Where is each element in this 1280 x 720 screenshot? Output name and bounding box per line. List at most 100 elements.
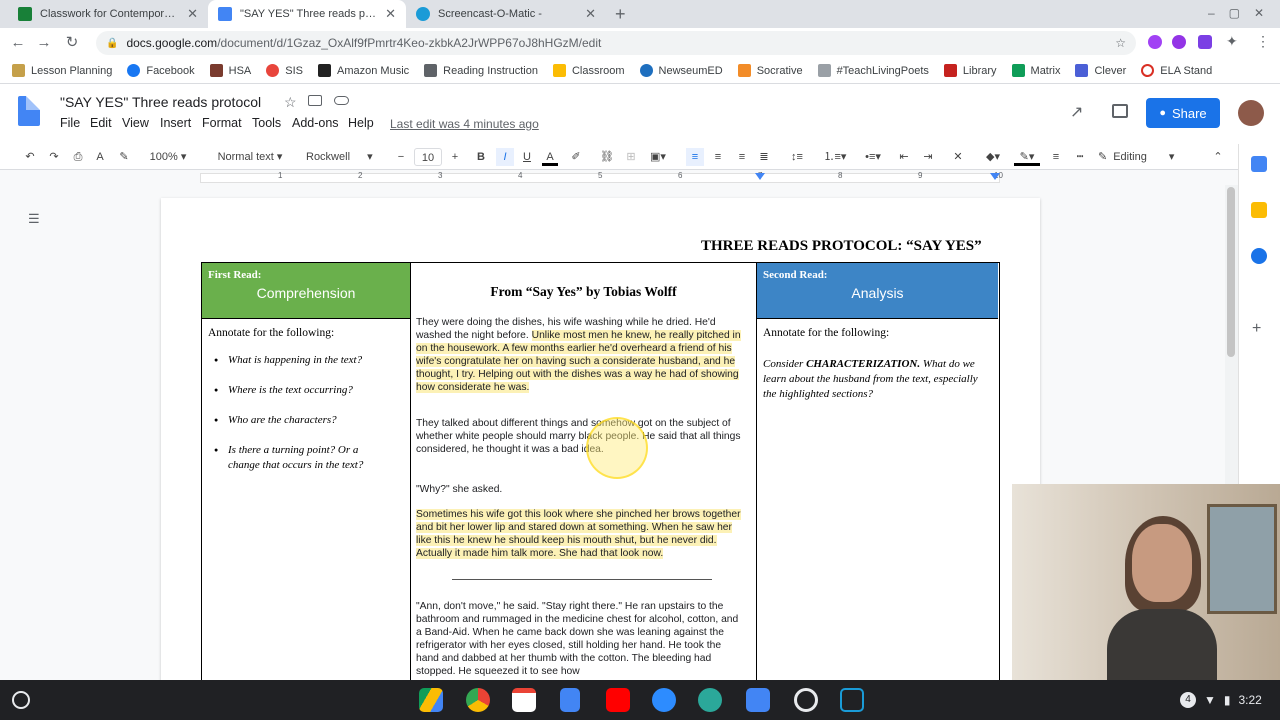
bookmark-item[interactable]: Facebook: [127, 64, 195, 77]
link-icon[interactable]: ⛓: [598, 148, 616, 166]
gmail-icon[interactable]: [512, 688, 536, 712]
app-icon[interactable]: [698, 688, 722, 712]
scrollbar-thumb[interactable]: [1227, 187, 1235, 357]
bookmark-item[interactable]: HSA: [209, 64, 251, 77]
extension-icon[interactable]: [1198, 35, 1212, 49]
redo-icon[interactable]: ↷: [46, 148, 62, 166]
bold-icon[interactable]: B: [474, 148, 488, 166]
align-left-icon[interactable]: ≡: [686, 148, 704, 166]
text-column[interactable]: From “Say Yes” by Tobias Wolff They were…: [411, 263, 757, 703]
extension-icon[interactable]: [1172, 35, 1186, 49]
menu-format[interactable]: Format: [202, 116, 242, 130]
menu-file[interactable]: File: [60, 116, 80, 130]
menu-insert[interactable]: Insert: [160, 116, 191, 130]
style-select[interactable]: Normal text ▾: [210, 148, 290, 166]
docs-logo-icon[interactable]: [18, 96, 40, 126]
address-bar[interactable]: 🔒 docs.google.com/document/d/1Gzaz_OxAlf…: [96, 31, 1136, 55]
menu-tools[interactable]: Tools: [252, 116, 281, 130]
bookmark-item[interactable]: SIS: [266, 64, 303, 77]
comment-icon[interactable]: [1112, 104, 1128, 118]
drive-icon[interactable]: [419, 688, 443, 712]
border-dash-icon[interactable]: ┅: [1072, 148, 1088, 166]
star-icon[interactable]: ☆: [1115, 36, 1126, 50]
extension-icon[interactable]: [1148, 35, 1162, 49]
ruler[interactable]: 1 2 3 4 5 6 7 8 9 10: [0, 171, 1225, 185]
image-icon[interactable]: ▣▾: [646, 148, 670, 166]
comment-add-icon[interactable]: ⊞: [622, 148, 640, 166]
bookmark-item[interactable]: Clever: [1075, 64, 1126, 77]
increase-font-icon[interactable]: +: [448, 148, 462, 166]
reload-icon[interactable]: ↻: [62, 33, 82, 53]
menu-edit[interactable]: Edit: [90, 116, 112, 130]
tab-classwork[interactable]: Classwork for Contemporary Lite ✕: [8, 0, 208, 28]
align-center-icon[interactable]: ≡: [710, 148, 726, 166]
keep-icon[interactable]: [1251, 202, 1267, 218]
launcher-icon[interactable]: [12, 691, 30, 709]
bookmark-item[interactable]: Socrative: [737, 64, 803, 77]
screen-capture-icon[interactable]: [840, 688, 864, 712]
fill-color-icon[interactable]: ◆▾: [980, 148, 1006, 166]
zoom-select[interactable]: 100% ▾: [146, 148, 190, 166]
bookmark-item[interactable]: #TeachLivingPoets: [817, 64, 929, 77]
italic-icon[interactable]: I: [496, 148, 514, 166]
bookmark-item[interactable]: Classroom: [552, 64, 625, 77]
mode-select[interactable]: ✎ Editing ▾: [1098, 148, 1198, 166]
tasks-icon[interactable]: [1251, 248, 1267, 264]
bookmark-item[interactable]: NewseumED: [639, 64, 723, 77]
bookmark-item[interactable]: Amazon Music: [318, 64, 409, 77]
bookmark-item[interactable]: Matrix: [1011, 64, 1060, 77]
close-icon[interactable]: ✕: [187, 6, 198, 22]
document-title[interactable]: "SAY YES" Three reads protocol: [60, 94, 261, 110]
tab-say-yes[interactable]: "SAY YES" Three reads protocol ✕: [208, 0, 406, 28]
cloud-icon[interactable]: [334, 96, 349, 105]
undo-icon[interactable]: ↶: [22, 148, 38, 166]
close-icon[interactable]: ✕: [585, 6, 596, 22]
font-size-input[interactable]: 10: [414, 148, 442, 166]
outline-icon[interactable]: ☰: [28, 211, 44, 226]
status-tray[interactable]: 4 ▼ ▮ 3:22: [1180, 688, 1262, 712]
more-icon[interactable]: ⋮: [1256, 33, 1270, 50]
underline-icon[interactable]: U: [520, 148, 534, 166]
files-icon[interactable]: [746, 688, 770, 712]
bookmark-item[interactable]: Library: [943, 64, 997, 77]
tab-screencast[interactable]: Screencast-O-Matic - ✕: [406, 0, 606, 28]
bookmark-item[interactable]: Lesson Planning: [12, 64, 112, 77]
youtube-icon[interactable]: [606, 688, 630, 712]
align-right-icon[interactable]: ≡: [734, 148, 750, 166]
text-color-icon[interactable]: A: [542, 148, 558, 166]
second-read-column[interactable]: Second Read: Analysis Annotate for the f…: [757, 263, 998, 703]
puzzle-icon[interactable]: ✦: [1226, 33, 1238, 50]
first-read-column[interactable]: First Read: Comprehension Annotate for t…: [202, 263, 411, 703]
bookmark-item[interactable]: Reading Instruction: [424, 64, 538, 77]
decrease-indent-icon[interactable]: ⇤: [896, 148, 912, 166]
menu-help[interactable]: Help: [348, 116, 374, 130]
indent-marker[interactable]: [990, 173, 1000, 180]
screencast-icon[interactable]: [794, 688, 818, 712]
line-spacing-icon[interactable]: ↕≡: [788, 148, 806, 166]
activity-icon[interactable]: ↗: [1070, 102, 1083, 122]
justify-icon[interactable]: ≣: [756, 148, 772, 166]
add-icon[interactable]: +: [1252, 320, 1261, 338]
window-controls[interactable]: –▢✕: [1208, 6, 1278, 20]
docs-icon[interactable]: [560, 688, 580, 712]
new-tab-button[interactable]: +: [615, 4, 626, 25]
bulleted-list-icon[interactable]: •≡▾: [858, 148, 888, 166]
border-width-icon[interactable]: ≡: [1048, 148, 1064, 166]
last-edit-link[interactable]: Last edit was 4 minutes ago: [390, 117, 539, 131]
print-icon[interactable]: ⎙: [70, 148, 86, 166]
indent-marker[interactable]: [755, 173, 765, 180]
spellcheck-icon[interactable]: A: [92, 148, 108, 166]
close-icon[interactable]: ✕: [385, 6, 396, 22]
border-color-icon[interactable]: ✎▾: [1014, 148, 1040, 166]
bookmark-item[interactable]: ELA Stand: [1141, 64, 1212, 77]
back-icon[interactable]: ←: [8, 33, 28, 53]
chrome-icon[interactable]: [466, 688, 490, 712]
zoom-icon[interactable]: [652, 688, 676, 712]
menu-addons[interactable]: Add-ons: [292, 116, 339, 130]
highlight-icon[interactable]: ✐: [568, 148, 584, 166]
avatar[interactable]: [1238, 100, 1264, 126]
calendar-icon[interactable]: [1251, 156, 1267, 172]
share-button[interactable]: ● Share: [1146, 98, 1220, 128]
forward-icon[interactable]: →: [34, 33, 54, 53]
paint-format-icon[interactable]: ✎: [116, 148, 132, 166]
